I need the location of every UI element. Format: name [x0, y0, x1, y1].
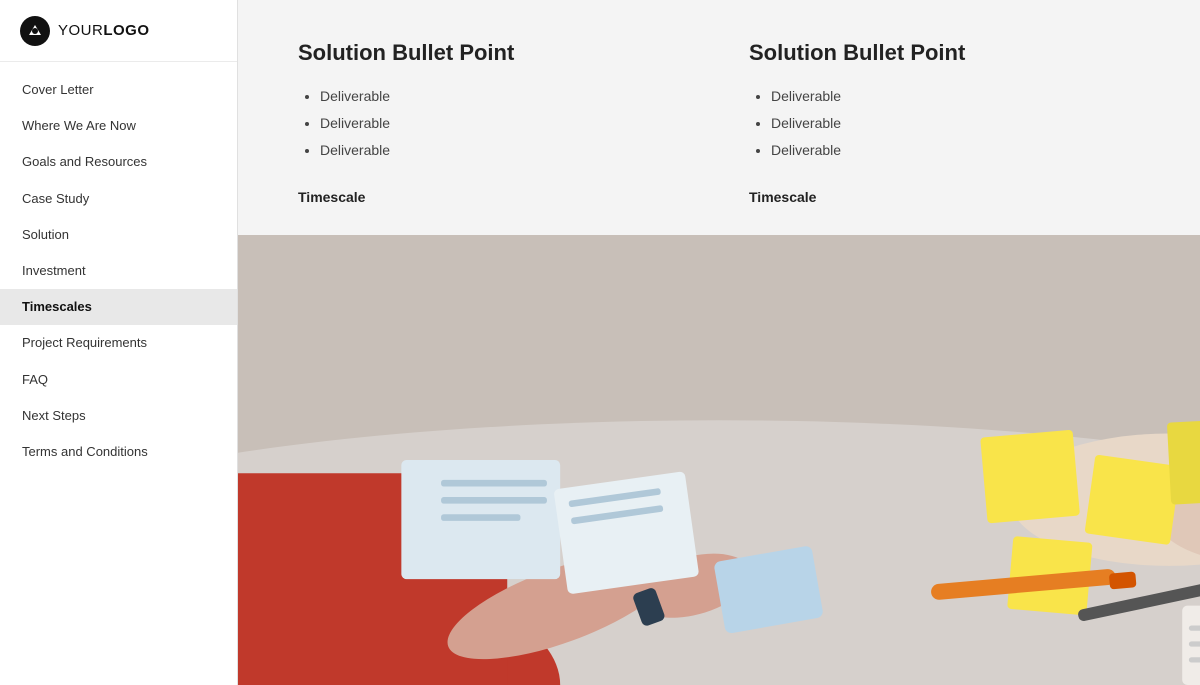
workspace-image [238, 235, 1200, 685]
sidebar-item-goals-and-resources[interactable]: Goals and Resources [0, 144, 237, 180]
top-section: Solution Bullet PointDeliverableDelivera… [238, 0, 1200, 235]
main-content: Solution Bullet PointDeliverableDelivera… [238, 0, 1200, 685]
sidebar-item-case-study[interactable]: Case Study [0, 181, 237, 217]
sidebar-item-investment[interactable]: Investment [0, 253, 237, 289]
bullet-column-1: Solution Bullet PointDeliverableDelivera… [298, 40, 689, 205]
bullet-list-2: Deliverable Deliverable Deliverable [749, 86, 1140, 167]
sidebar: YOURLOGO Cover LetterWhere We Are NowGoa… [0, 0, 238, 685]
list-item: Deliverable [320, 86, 689, 107]
bottom-image-section [238, 235, 1200, 685]
logo-text: YOURLOGO [58, 22, 150, 39]
logo-area: YOURLOGO [0, 0, 237, 62]
sidebar-item-project-requirements[interactable]: Project Requirements [0, 325, 237, 361]
sidebar-item-faq[interactable]: FAQ [0, 362, 237, 398]
sidebar-item-timescales[interactable]: Timescales [0, 289, 237, 325]
list-item: Deliverable [320, 113, 689, 134]
sidebar-nav: Cover LetterWhere We Are NowGoals and Re… [0, 62, 237, 480]
sidebar-item-solution[interactable]: Solution [0, 217, 237, 253]
sidebar-item-cover-letter[interactable]: Cover Letter [0, 72, 237, 108]
bullet-list-1: Deliverable Deliverable Deliverable [298, 86, 689, 167]
sidebar-item-where-we-are-now[interactable]: Where We Are Now [0, 108, 237, 144]
bullet-column-2: Solution Bullet PointDeliverableDelivera… [749, 40, 1140, 205]
list-item: Deliverable [320, 140, 689, 161]
bullet-title-2: Solution Bullet Point [749, 40, 1140, 66]
timescale-label-1: Timescale [298, 189, 689, 205]
timescale-label-2: Timescale [749, 189, 1140, 205]
list-item: Deliverable [771, 113, 1140, 134]
sidebar-item-terms-and-conditions[interactable]: Terms and Conditions [0, 434, 237, 470]
logo-icon [20, 16, 50, 46]
list-item: Deliverable [771, 86, 1140, 107]
list-item: Deliverable [771, 140, 1140, 161]
bullet-title-1: Solution Bullet Point [298, 40, 689, 66]
sidebar-item-next-steps[interactable]: Next Steps [0, 398, 237, 434]
